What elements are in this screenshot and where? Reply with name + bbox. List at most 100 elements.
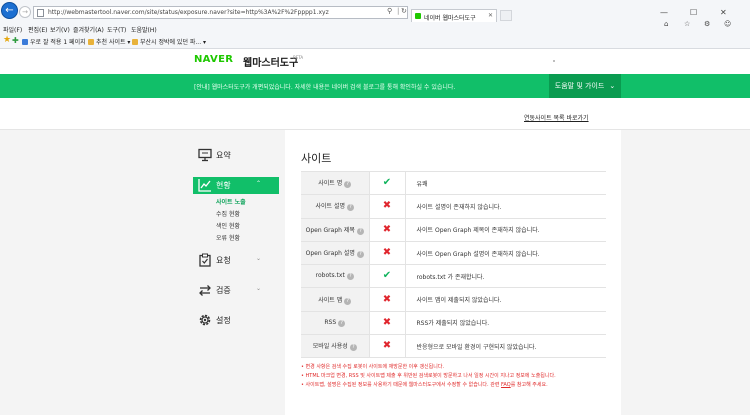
table-row: 모바일 사용성? ✖ 반응형으로 모바일 환경이 구현되지 않았습니다.	[301, 334, 606, 359]
table-row: 사이트 명? ✔ 유쾌	[301, 170, 606, 196]
help-icon[interactable]: ?	[356, 227, 364, 235]
sidebar-item-label: 요청	[216, 256, 231, 265]
menu-file[interactable]: 파일(F)	[3, 25, 22, 34]
favorite-item[interactable]: 추천 사이트 ▾	[88, 37, 130, 46]
sidebar-subitem-error-status[interactable]: 오류 현황	[216, 233, 240, 242]
check-mark-icon: ✔	[382, 177, 392, 189]
sidebar-item-summary[interactable]: 요약	[193, 147, 279, 164]
new-tab-button[interactable]	[500, 10, 512, 21]
x-mark-icon: ✖	[382, 247, 392, 259]
tab-favicon-icon	[415, 13, 421, 19]
sidebar-item-label: 요약	[216, 151, 231, 160]
favorites-star-icon[interactable]: ★	[3, 35, 11, 45]
clipboard-icon	[199, 253, 211, 267]
page-icon	[22, 39, 28, 45]
sidebar: 요약 현황 ⌃ 사이트 노출 수집 현황 색인 현황 오류 현황 요청 ⌄ 검증…	[193, 130, 285, 415]
check-description: 사이트 Open Graph 설명이 존재하지 않습니다.	[405, 240, 606, 266]
check-name-cell: 사이트 명?	[301, 170, 369, 196]
help-icon[interactable]: ?	[346, 273, 354, 281]
x-mark-icon: ✖	[382, 293, 392, 305]
notice-banner: [안내] 웹마스터도구가 개편되었습니다. 자세한 내용은 네이버 검색 블로그…	[0, 74, 750, 98]
folder-icon	[132, 39, 138, 45]
webmaster-tool-title[interactable]: 웹마스터도구	[243, 54, 298, 69]
check-name: 사이트 명	[318, 180, 343, 188]
note-line: • HTML 마크업 변경, RSS 및 사이트맵 제출 후 위반된 검색로봇이…	[301, 373, 556, 379]
check-description: robots.txt 가 존재합니다.	[405, 264, 606, 289]
panel-title: 사이트	[301, 152, 332, 165]
back-arrow-icon[interactable]: ←	[1, 2, 18, 19]
favorite-item[interactable]: 우로 잘 적용 1 페이지 ...	[22, 37, 93, 46]
sidebar-item-label: 현황	[216, 181, 231, 190]
check-name-cell: robots.txt?	[301, 264, 369, 289]
help-icon[interactable]: ?	[344, 297, 352, 305]
sync-arrows-icon	[199, 285, 211, 296]
help-icon[interactable]: ?	[349, 344, 357, 352]
check-name: Open Graph 제목	[305, 226, 355, 234]
sidebar-item-label: 검증	[216, 286, 231, 295]
site-list-link[interactable]: 연동사이트 목록 바로가기	[524, 113, 589, 122]
chevron-down-icon: ⌄	[609, 82, 616, 90]
beta-badge: BETA	[293, 55, 304, 60]
x-mark-icon: ✖	[382, 340, 392, 352]
site-header: NAVER 웹마스터도구 BETA	[0, 49, 750, 74]
maximize-icon[interactable]: ☐	[690, 8, 697, 17]
chevron-down-icon: ⌄	[255, 255, 261, 262]
table-row: RSS? ✖ RSS가 제출되지 않았습니다.	[301, 310, 606, 336]
close-icon[interactable]: ✕	[488, 12, 493, 19]
check-name: 사이트 맵	[318, 296, 343, 304]
menu-favorites[interactable]: 즐겨찾기(A)	[73, 25, 104, 34]
trend-chart-icon	[198, 179, 211, 192]
close-window-icon[interactable]: ✕	[720, 8, 727, 17]
check-description: 사이트 설명이 존재하지 않습니다.	[405, 194, 606, 219]
gear-icon	[199, 314, 211, 326]
menu-tools[interactable]: 도구(T)	[107, 25, 126, 34]
sidebar-subitem-crawl-status[interactable]: 수집 현황	[216, 209, 240, 218]
menu-help[interactable]: 도움말(H)	[131, 25, 157, 34]
sidebar-item-status[interactable]: 현황 ⌃	[193, 177, 279, 194]
favorite-item[interactable]: 부산시 정박에 있던 파... ▾	[132, 37, 206, 46]
status-cell: ✖	[368, 194, 406, 219]
guide-label: 도움말 및 가이드	[554, 82, 605, 90]
forward-arrow-icon[interactable]: →	[19, 6, 31, 18]
header-dot	[553, 60, 555, 62]
browser-tab[interactable]: 네이버 웹마스터도구 ✕	[411, 9, 497, 22]
check-name: RSS	[324, 318, 337, 326]
check-description: 유쾌	[405, 170, 606, 196]
menu-edit[interactable]: 편집(E)	[28, 25, 48, 34]
url-text[interactable]: http://webmastertool.naver.com/site/stat…	[48, 9, 329, 16]
address-bar[interactable]: http://webmastertool.naver.com/site/stat…	[33, 6, 408, 19]
table-row: 사이트 맵? ✖ 사이트 맵이 제출되지 않았습니다.	[301, 287, 606, 312]
x-mark-icon: ✖	[382, 223, 392, 235]
sidebar-subitem-index-status[interactable]: 색인 현황	[216, 221, 240, 230]
refresh-icon[interactable]: ↻	[401, 7, 407, 15]
sidebar-item-verify[interactable]: 검증 ⌄	[193, 282, 279, 299]
help-icon[interactable]: ?	[338, 319, 346, 327]
favorites-bar: ★ ✚ 우로 잘 적용 1 페이지 ... 추천 사이트 ▾ 부산시 정박에 있…	[0, 34, 750, 48]
status-cell: ✔	[368, 170, 406, 196]
add-favorite-icon[interactable]: ✚	[12, 36, 19, 45]
notes: • 변경 사항은 검색 수집 로봇이 사이트에 재방문한 이후 갱신됩니다. •…	[301, 363, 556, 390]
notice-text[interactable]: [안내] 웹마스터도구가 개편되었습니다. 자세한 내용은 네이버 검색 블로그…	[194, 82, 455, 91]
site-check-table: 사이트 명? ✔ 유쾌 사이트 설명? ✖ 사이트 설명이 존재하지 않습니다. Open …	[301, 170, 606, 359]
help-icon[interactable]: ?	[356, 251, 364, 259]
help-icon[interactable]: ?	[347, 204, 354, 212]
x-mark-icon: ✖	[382, 316, 392, 328]
guide-dropdown-button[interactable]: 도움말 및 가이드 ⌄	[549, 74, 621, 98]
sidebar-item-settings[interactable]: 설정	[193, 312, 279, 329]
search-icon[interactable]: ⚲	[387, 7, 392, 15]
table-row: Open Graph 제목? ✖ 사이트 Open Graph 제목이 존재하지 않…	[301, 217, 606, 242]
check-name-cell: Open Graph 제목?	[301, 217, 369, 242]
minimize-icon[interactable]: —	[660, 8, 668, 17]
check-mark-icon: ✔	[382, 270, 392, 282]
help-icon[interactable]: ?	[344, 181, 352, 189]
sidebar-item-request[interactable]: 요청 ⌄	[193, 252, 279, 269]
faq-link[interactable]: FAQ	[501, 382, 511, 388]
naver-logo[interactable]: NAVER	[194, 54, 233, 65]
check-name: robots.txt	[315, 272, 345, 280]
browser-nav-row: ← → http://webmastertool.naver.com/site/…	[0, 0, 750, 28]
sidebar-subitem-site-exposure[interactable]: 사이트 노출	[216, 197, 246, 206]
check-name: 사이트 설명	[315, 203, 345, 211]
table-row: robots.txt? ✔ robots.txt 가 존재합니다.	[301, 264, 606, 289]
chevron-up-icon: ⌃	[255, 180, 261, 187]
menu-view[interactable]: 보기(V)	[50, 25, 70, 34]
